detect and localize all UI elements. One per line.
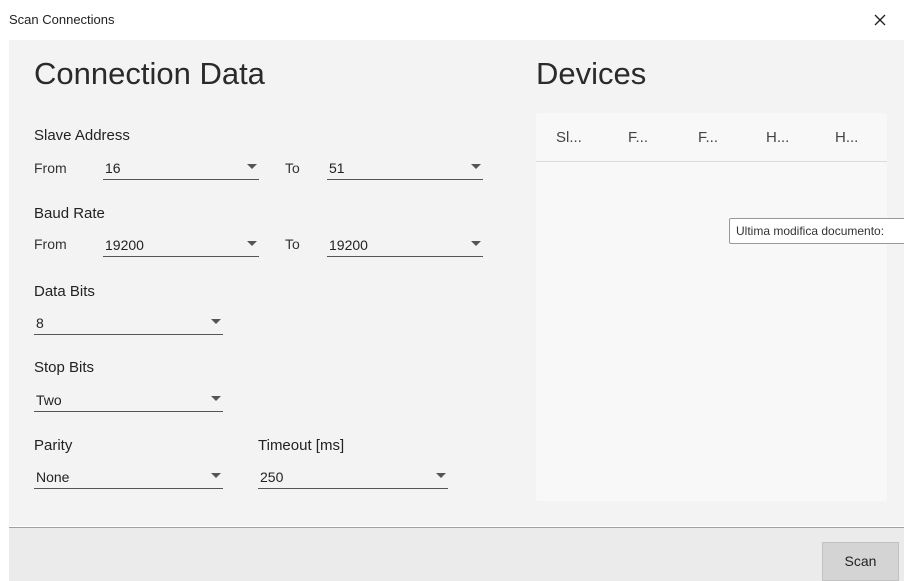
stop-bits-select[interactable]: Two xyxy=(34,390,223,412)
parity-value: None xyxy=(36,469,70,485)
column-header[interactable]: Sl... xyxy=(556,129,582,146)
timeout-label: Timeout [ms] xyxy=(258,437,345,454)
slave-to-value: 51 xyxy=(329,160,345,176)
data-bits-label: Data Bits xyxy=(34,283,95,300)
column-header[interactable]: H... xyxy=(766,129,789,146)
baud-rate-label: Baud Rate xyxy=(34,205,105,222)
column-header[interactable]: F... xyxy=(628,129,648,146)
slave-from-label: From xyxy=(34,160,67,176)
connection-data-heading: Connection Data xyxy=(34,56,265,91)
devices-table[interactable]: Sl... F... F... H... H... xyxy=(536,113,887,501)
column-header[interactable]: H... xyxy=(835,129,858,146)
footer-bar xyxy=(9,528,904,581)
slave-from-value: 16 xyxy=(105,160,121,176)
chevron-down-icon xyxy=(211,396,221,401)
chevron-down-icon xyxy=(471,164,481,169)
data-bits-select[interactable]: 8 xyxy=(34,313,223,335)
chevron-down-icon xyxy=(211,473,221,478)
timeout-select[interactable]: 250 xyxy=(258,467,448,489)
slave-to-label: To xyxy=(285,160,300,176)
baud-from-select[interactable]: 19200 xyxy=(103,235,259,257)
scan-button[interactable]: Scan xyxy=(822,542,899,581)
parity-select[interactable]: None xyxy=(34,467,223,489)
chevron-down-icon xyxy=(436,473,446,478)
slave-from-select[interactable]: 16 xyxy=(103,158,259,180)
chevron-down-icon xyxy=(247,241,257,246)
baud-to-value: 19200 xyxy=(329,237,368,253)
data-bits-value: 8 xyxy=(36,315,44,331)
header-divider xyxy=(536,161,887,162)
slave-address-label: Slave Address xyxy=(34,127,130,144)
window-title: Scan Connections xyxy=(9,12,115,27)
baud-from-label: From xyxy=(34,236,67,252)
tooltip: Ultima modifica documento: xyxy=(729,218,904,244)
chevron-down-icon xyxy=(247,164,257,169)
chevron-down-icon xyxy=(211,319,221,324)
close-icon[interactable] xyxy=(866,6,894,34)
chevron-down-icon xyxy=(471,241,481,246)
stop-bits-label: Stop Bits xyxy=(34,359,95,376)
baud-from-value: 19200 xyxy=(105,237,144,253)
timeout-value: 250 xyxy=(260,469,284,485)
slave-to-select[interactable]: 51 xyxy=(327,158,483,180)
baud-to-label: To xyxy=(285,236,300,252)
title-bar: Scan Connections xyxy=(0,0,904,40)
baud-to-select[interactable]: 19200 xyxy=(327,235,483,257)
stop-bits-value: Two xyxy=(36,392,62,408)
parity-label: Parity xyxy=(34,437,73,454)
devices-heading: Devices xyxy=(536,56,647,91)
column-header[interactable]: F... xyxy=(698,129,718,146)
